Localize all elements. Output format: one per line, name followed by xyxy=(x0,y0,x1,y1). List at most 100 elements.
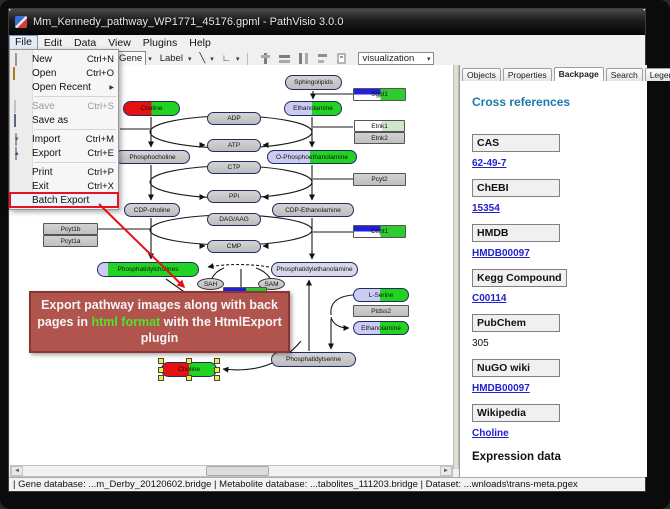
selection-handle[interactable] xyxy=(214,358,220,364)
xref-header: CAS xyxy=(472,134,560,152)
xref-link[interactable]: 15354 xyxy=(472,203,637,214)
xref-section-kegg-compound: Kegg Compound C00114 xyxy=(472,268,637,304)
node-sgpl1[interactable]: Sgpl1 xyxy=(353,88,406,101)
menu-separator xyxy=(34,129,116,130)
menu-item-label: Save as xyxy=(32,115,108,126)
scroll-right-arrow-icon[interactable]: ► xyxy=(440,466,452,476)
node-ppi[interactable]: PPi xyxy=(207,190,261,203)
scrollbar-track[interactable] xyxy=(23,466,440,476)
node-l-serine[interactable]: L-Serine xyxy=(353,288,409,302)
tab-backpage[interactable]: Backpage xyxy=(554,67,604,81)
xref-link[interactable]: HMDB00097 xyxy=(472,383,637,394)
scrollbar-thumb[interactable] xyxy=(206,466,269,476)
node-etnk1[interactable]: Etnk1 xyxy=(354,120,405,132)
xref-section-chebi: ChEBI15354 xyxy=(472,178,637,214)
file-menu-item-exit[interactable]: ExitCtrl+X xyxy=(10,179,118,193)
selection-handle[interactable] xyxy=(158,358,164,364)
open-folder-icon xyxy=(13,67,15,80)
file-menu-item-new[interactable]: NewCtrl+N xyxy=(10,52,118,66)
node-phosphatidylserine[interactable]: Phosphatidylserine xyxy=(271,352,356,367)
xref-header: Kegg Compound xyxy=(472,269,567,287)
node-pcyt1a[interactable]: Pcyt1a xyxy=(43,235,98,247)
menu-file[interactable]: File xyxy=(9,35,38,50)
connector-tool-icon[interactable]: ∟ xyxy=(219,52,234,65)
menu-item-shortcut: Ctrl+P xyxy=(87,167,114,178)
node-choline-top[interactable]: Choline xyxy=(123,101,180,116)
menu-item-label: New xyxy=(32,54,81,65)
selection-handle[interactable] xyxy=(186,375,192,381)
node-o-phosphoethanolamine[interactable]: O-Phosphoethanolamine xyxy=(267,150,357,164)
xref-link[interactable]: C00114 xyxy=(472,293,637,304)
menu-item-label: Export xyxy=(32,148,81,159)
menu-data[interactable]: Data xyxy=(68,36,102,50)
file-menu-item-print[interactable]: PrintCtrl+P xyxy=(10,165,118,179)
node-cmp[interactable]: CMP xyxy=(207,240,261,253)
node-adp[interactable]: ADP xyxy=(207,112,261,125)
selection-handle[interactable] xyxy=(214,367,220,373)
selection-handle[interactable] xyxy=(158,367,164,373)
menu-edit[interactable]: Edit xyxy=(38,36,68,50)
node-ctp[interactable]: CTP xyxy=(207,161,261,174)
file-menu-popup: NewCtrl+NOpenCtrl+OOpen Recent▶ SaveCtrl+… xyxy=(9,49,119,210)
node-ethanolamine-top[interactable]: Ethanolamine xyxy=(284,101,342,116)
node-etnk2[interactable]: Etnk2 xyxy=(354,132,405,144)
node-phosphocholine[interactable]: Phosphocholine xyxy=(115,150,190,164)
label-tool-button[interactable]: Label xyxy=(157,52,186,65)
distribute-icon[interactable] xyxy=(316,52,329,65)
horizontal-scrollbar[interactable]: ◄ ► xyxy=(10,465,453,477)
toolbar-separator xyxy=(247,53,248,65)
tab-legend[interactable]: Legend xyxy=(645,68,670,81)
menu-plugins[interactable]: Plugins xyxy=(137,36,183,50)
connector-tool-caret-icon[interactable]: ▾ xyxy=(234,55,242,63)
menu-help[interactable]: Help xyxy=(183,36,217,50)
node-cdp-ethanolamine[interactable]: CDP-Ethanolamine xyxy=(272,203,354,217)
backpage-content: Cross references CAS62-49-7ChEBI15354HMD… xyxy=(460,81,647,477)
xref-link[interactable]: 62-49-7 xyxy=(472,158,637,169)
file-menu-item-save-as[interactable]: Save as xyxy=(10,113,118,127)
node-cept1[interactable]: Cept1 xyxy=(353,225,406,238)
menu-item-label: Batch Export xyxy=(32,195,108,206)
node-sphingolipids[interactable]: Sphingolipids xyxy=(285,75,342,90)
tab-search[interactable]: Search xyxy=(606,68,643,81)
line-tool-caret-icon[interactable]: ▾ xyxy=(208,55,216,63)
file-menu-item-import[interactable]: ImportCtrl+M xyxy=(10,132,118,146)
node-ethanolamine-bottom[interactable]: Ethanolamine xyxy=(353,321,409,335)
xref-link[interactable]: HMDB00097 xyxy=(472,248,637,259)
selection-handle[interactable] xyxy=(214,375,220,381)
file-menu-item-batch-export[interactable]: Batch Export xyxy=(10,193,118,207)
node-phosphatidylethanolamine[interactable]: Phosphatidylethanolamine xyxy=(271,262,358,277)
tab-properties[interactable]: Properties xyxy=(503,68,552,81)
menu-view[interactable]: View xyxy=(102,36,137,50)
node-pcyt1b[interactable]: Pcyt1b xyxy=(43,223,98,235)
file-menu-item-export[interactable]: Export Ctrl+E xyxy=(10,146,118,160)
gene-tool-caret-icon[interactable]: ▾ xyxy=(146,55,154,63)
stack-vertical-icon[interactable] xyxy=(297,52,310,65)
align-horizontal-icon[interactable] xyxy=(259,52,272,65)
tab-objects[interactable]: Objects xyxy=(462,68,501,81)
selection-handle[interactable] xyxy=(158,375,164,381)
file-menu-item-open-recent[interactable]: Open Recent▶ xyxy=(10,80,118,94)
file-menu-item-save[interactable]: SaveCtrl+S xyxy=(10,99,118,113)
scroll-left-arrow-icon[interactable]: ◄ xyxy=(11,466,23,476)
menu-item-shortcut: Ctrl+E xyxy=(87,148,114,159)
node-ptdss2[interactable]: Ptdss2 xyxy=(353,305,409,317)
visualization-combobox[interactable]: visualization ▾ xyxy=(358,52,434,65)
xref-header: NuGO wiki xyxy=(472,359,560,377)
node-sah[interactable]: SAH xyxy=(197,278,224,290)
node-dag-aag[interactable]: DAG/AAG xyxy=(207,213,261,226)
file-menu-item-open[interactable]: OpenCtrl+O xyxy=(10,66,118,80)
node-atp[interactable]: ATP xyxy=(207,139,261,152)
node-pcyt2[interactable]: Pcyt2 xyxy=(353,173,406,186)
gene-tool-button[interactable]: Gene xyxy=(115,51,146,66)
node-phosphatidylcholines[interactable]: Phosphatidylcholines xyxy=(97,262,199,277)
line-tool-icon[interactable]: ╲ xyxy=(196,52,208,65)
title-bar[interactable]: Mm_Kennedy_pathway_WP1771_45176.gpml - P… xyxy=(9,9,645,35)
page-setup-icon[interactable] xyxy=(335,52,348,65)
label-tool-caret-icon[interactable]: ▾ xyxy=(186,55,194,63)
save-icon xyxy=(14,100,16,113)
selection-handle[interactable] xyxy=(186,358,192,364)
align-vertical-icon[interactable] xyxy=(278,52,291,65)
node-cdp-choline[interactable]: CDP-choline xyxy=(124,203,180,217)
xref-link[interactable]: Choline xyxy=(472,428,637,439)
save-as-icon xyxy=(13,115,26,126)
